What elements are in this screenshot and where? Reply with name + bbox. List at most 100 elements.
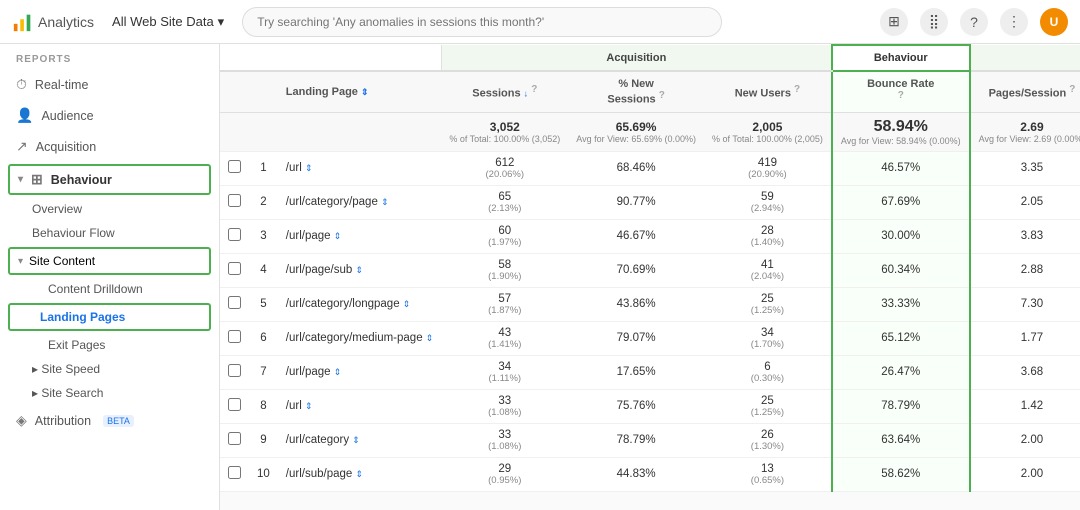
row-sessions-0: 612 (20.06%) bbox=[441, 151, 568, 185]
row-rank-8: 9 bbox=[249, 423, 278, 457]
sidebar-item-landing-pages[interactable]: Landing Pages bbox=[8, 303, 211, 331]
sidebar-item-attribution[interactable]: ◈ Attribution BETA bbox=[0, 405, 219, 436]
row-page-7[interactable]: /url ⇕ bbox=[278, 389, 442, 423]
summary-row: 3,052 % of Total: 100.00% (3,052) 65.69%… bbox=[220, 112, 1080, 151]
row-checkbox-3[interactable] bbox=[220, 253, 249, 287]
row-rank-9: 10 bbox=[249, 457, 278, 491]
landing-page-sort-icon[interactable]: ⇕ bbox=[361, 87, 369, 97]
beta-badge: BETA bbox=[103, 415, 134, 427]
bounce-rate-help-icon[interactable]: ? bbox=[898, 90, 904, 101]
row-pct-new-6: 17.65% bbox=[568, 355, 704, 389]
row-page-1[interactable]: /url/category/page ⇕ bbox=[278, 185, 442, 219]
row-page-5[interactable]: /url/category/medium-page ⇕ bbox=[278, 321, 442, 355]
more-icon-btn[interactable]: ⋮ bbox=[1000, 8, 1028, 36]
row-page-9[interactable]: /url/sub/page ⇕ bbox=[278, 457, 442, 491]
row-new-users-2: 28 (1.40%) bbox=[704, 219, 832, 253]
pct-new-sessions-header[interactable]: % NewSessions ? bbox=[568, 71, 704, 112]
summary-bounce: 58.94% Avg for View: 58.94% (0.00%) bbox=[832, 112, 970, 151]
chevron-down-icon: ▾ bbox=[218, 14, 225, 30]
sidebar-item-behaviour[interactable]: ▾ ⊞ Behaviour bbox=[8, 164, 211, 195]
row-sessions-9: 29 (0.95%) bbox=[441, 457, 568, 491]
site-name: All Web Site Data bbox=[112, 14, 214, 29]
sidebar-section-label: REPORTS bbox=[0, 44, 219, 69]
sidebar-label-behaviour: Behaviour bbox=[51, 173, 112, 187]
row-rank-7: 8 bbox=[249, 389, 278, 423]
row-page-0[interactable]: /url ⇕ bbox=[278, 151, 442, 185]
row-checkbox-4[interactable] bbox=[220, 287, 249, 321]
row-sessions-4: 57 (1.87%) bbox=[441, 287, 568, 321]
row-checkbox-6[interactable] bbox=[220, 355, 249, 389]
sidebar-item-audience[interactable]: 👤 Audience bbox=[0, 100, 219, 131]
row-sessions-2: 60 (1.97%) bbox=[441, 219, 568, 253]
user-avatar[interactable]: U bbox=[1040, 8, 1068, 36]
help-icon-btn[interactable]: ? bbox=[960, 8, 988, 36]
table-row: 1 /url ⇕ 612 (20.06%) 68.46% 419 (20.90%… bbox=[220, 151, 1080, 185]
row-page-sort-icon-3: ⇕ bbox=[355, 265, 363, 275]
row-page-sort-icon-4: ⇕ bbox=[403, 299, 411, 309]
sessions-help-icon[interactable]: ? bbox=[531, 84, 537, 95]
row-pages-2: 3.83 bbox=[970, 219, 1080, 253]
apps-icon-btn[interactable]: ⣿ bbox=[920, 8, 948, 36]
sidebar-item-exit-pages[interactable]: Exit Pages bbox=[0, 333, 219, 357]
row-checkbox-5[interactable] bbox=[220, 321, 249, 355]
row-rank-1: 2 bbox=[249, 185, 278, 219]
grid-icon-btn[interactable]: ⊞ bbox=[880, 8, 908, 36]
sidebar-item-behaviour-flow[interactable]: Behaviour Flow bbox=[0, 221, 219, 245]
behaviour-group-header: Behaviour bbox=[832, 45, 970, 71]
table-row: 9 /url/category ⇕ 33 (1.08%) 78.79% 26 (… bbox=[220, 423, 1080, 457]
row-bounce-4: 33.33% bbox=[832, 287, 970, 321]
pages-session-help-icon[interactable]: ? bbox=[1069, 84, 1075, 95]
new-users-header[interactable]: New Users ? bbox=[704, 71, 832, 112]
row-page-2[interactable]: /url/page ⇕ bbox=[278, 219, 442, 253]
sidebar-item-site-speed[interactable]: ▸ Site Speed bbox=[0, 357, 219, 381]
analytics-logo-icon bbox=[12, 11, 34, 33]
row-checkbox-7[interactable] bbox=[220, 389, 249, 423]
search-input[interactable] bbox=[242, 7, 722, 37]
site-selector[interactable]: All Web Site Data ▾ bbox=[104, 10, 232, 34]
behaviour-icon: ⊞ bbox=[31, 171, 43, 188]
row-pages-1: 2.05 bbox=[970, 185, 1080, 219]
row-rank-0: 1 bbox=[249, 151, 278, 185]
row-checkbox-1[interactable] bbox=[220, 185, 249, 219]
row-rank-6: 7 bbox=[249, 355, 278, 389]
row-bounce-2: 30.00% bbox=[832, 219, 970, 253]
site-search-expand-icon: ▸ bbox=[32, 386, 41, 400]
row-checkbox-9[interactable] bbox=[220, 457, 249, 491]
row-page-6[interactable]: /url/page ⇕ bbox=[278, 355, 442, 389]
row-checkbox-2[interactable] bbox=[220, 219, 249, 253]
row-rank-5: 6 bbox=[249, 321, 278, 355]
row-checkbox-8[interactable] bbox=[220, 423, 249, 457]
row-pages-5: 1.77 bbox=[970, 321, 1080, 355]
sidebar-item-acquisition[interactable]: ↗ Acquisition bbox=[0, 131, 219, 162]
row-page-8[interactable]: /url/category ⇕ bbox=[278, 423, 442, 457]
summary-page bbox=[278, 112, 442, 151]
bounce-rate-header[interactable]: Bounce Rate ? bbox=[832, 71, 970, 112]
sidebar-item-site-content[interactable]: ▾ Site Content bbox=[8, 247, 211, 275]
table-row: 5 /url/category/longpage ⇕ 57 (1.87%) 43… bbox=[220, 287, 1080, 321]
summary-pages-session: 2.69 Avg for View: 2.69 (0.00%) bbox=[970, 112, 1080, 151]
main-layout: REPORTS ⏱ Real-time 👤 Audience ↗ Acquisi… bbox=[0, 44, 1080, 510]
new-users-help-icon[interactable]: ? bbox=[794, 84, 800, 95]
realtime-icon: ⏱ bbox=[16, 76, 27, 93]
sidebar-label-landing-pages: Landing Pages bbox=[40, 310, 125, 324]
sidebar-item-content-drilldown[interactable]: Content Drilldown bbox=[0, 277, 219, 301]
row-page-4[interactable]: /url/category/longpage ⇕ bbox=[278, 287, 442, 321]
row-pages-6: 3.68 bbox=[970, 355, 1080, 389]
column-group-header-row: Acquisition Behaviour Conversions E-comm… bbox=[220, 45, 1080, 71]
row-checkbox-0[interactable] bbox=[220, 151, 249, 185]
row-rank-2: 3 bbox=[249, 219, 278, 253]
sidebar-item-overview[interactable]: Overview bbox=[0, 197, 219, 221]
pct-new-help-icon[interactable]: ? bbox=[659, 90, 665, 101]
row-page-sort-icon-8: ⇕ bbox=[352, 435, 360, 445]
row-page-sort-icon-6: ⇕ bbox=[334, 367, 342, 377]
row-sessions-3: 58 (1.90%) bbox=[441, 253, 568, 287]
sessions-header[interactable]: Sessions ↓ ? bbox=[441, 71, 568, 112]
row-new-users-3: 41 (2.04%) bbox=[704, 253, 832, 287]
sidebar-item-site-search[interactable]: ▸ Site Search bbox=[0, 381, 219, 405]
sidebar-item-realtime[interactable]: ⏱ Real-time bbox=[0, 69, 219, 100]
row-page-sort-icon-2: ⇕ bbox=[334, 231, 342, 241]
sidebar: REPORTS ⏱ Real-time 👤 Audience ↗ Acquisi… bbox=[0, 44, 220, 510]
pages-session-header[interactable]: Pages/Session ? bbox=[970, 71, 1080, 112]
report-table: Acquisition Behaviour Conversions E-comm… bbox=[220, 44, 1080, 492]
row-page-3[interactable]: /url/page/sub ⇕ bbox=[278, 253, 442, 287]
